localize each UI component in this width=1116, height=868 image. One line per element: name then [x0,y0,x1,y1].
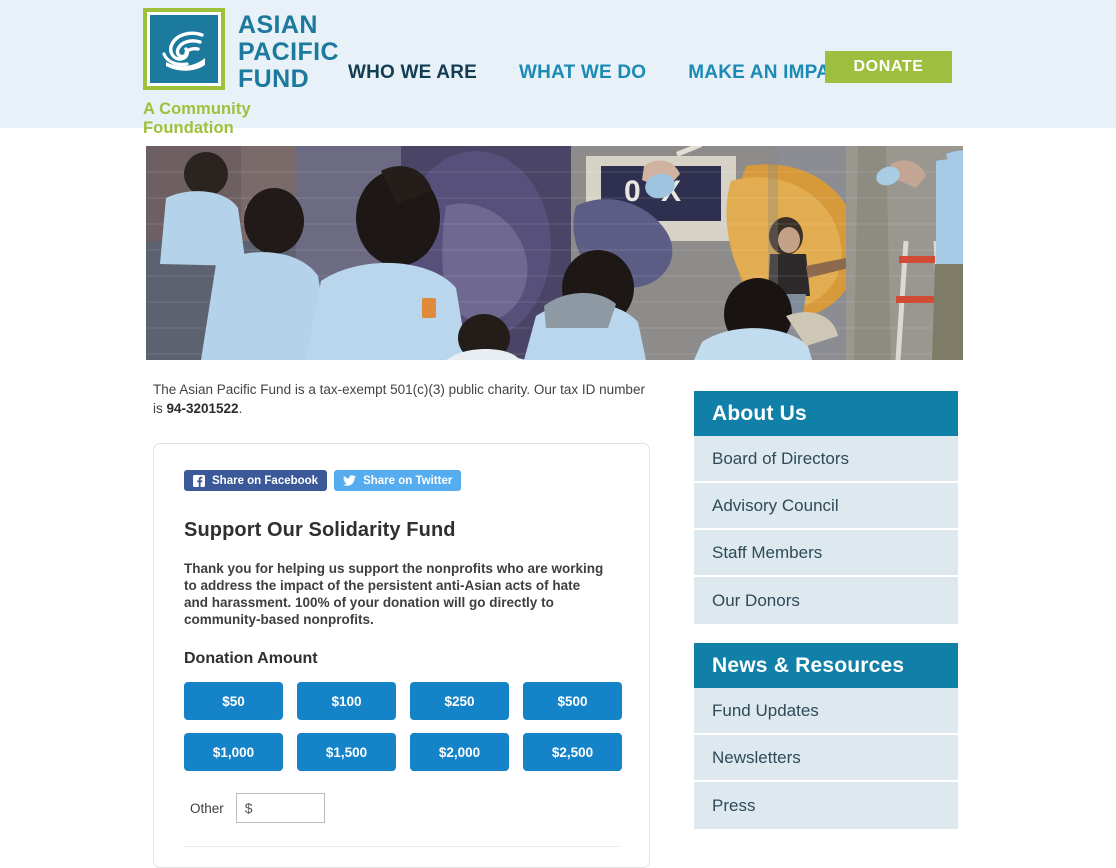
nav-item-what-we-do[interactable]: WHAT WE DO [519,62,646,84]
amount-button-250[interactable]: $250 [410,682,509,720]
twitter-icon [343,475,357,486]
amount-button-2500[interactable]: $2,500 [523,733,622,771]
donation-form-card: Share on Facebook Share on Twitter Suppo… [153,443,650,868]
social-share-row: Share on Facebook Share on Twitter [184,470,619,491]
share-on-facebook-button[interactable]: Share on Facebook [184,470,328,491]
tax-note-suffix: . [238,401,243,416]
share-on-twitter-button[interactable]: Share on Twitter [334,470,462,491]
logo-line-2: PACIFIC [238,38,339,66]
fund-title: Support Our Solidarity Fund [184,519,456,541]
donation-amount-label: Donation Amount [184,650,318,667]
facebook-icon [193,474,205,487]
share-on-facebook-label: Share on Facebook [212,474,319,487]
nav-item-who-we-are[interactable]: WHO WE ARE [348,62,477,84]
main-column: The Asian Pacific Fund is a tax-exempt 5… [153,380,650,868]
amount-button-2000[interactable]: $2,000 [410,733,509,771]
sidebar-item-newsletters[interactable]: Newsletters [694,735,958,782]
tax-id-number: 94-3201522 [166,401,239,416]
sidebar: About Us Board of Directors Advisory Cou… [694,391,958,848]
donation-amount-grid: $50 $100 $250 $500 $1,000 $1,500 $2,000 … [184,682,622,771]
sidebar-item-staff-members[interactable]: Staff Members [694,530,958,577]
widget-news-and-resources: News & Resources Fund Updates Newsletter… [694,643,958,829]
other-amount-row: Other [184,793,619,823]
card-divider [184,846,621,847]
amount-button-500[interactable]: $500 [523,682,622,720]
sidebar-item-press[interactable]: Press [694,782,958,829]
amount-button-50[interactable]: $50 [184,682,283,720]
amount-button-100[interactable]: $100 [297,682,396,720]
amount-button-1000[interactable]: $1,000 [184,733,283,771]
sidebar-item-fund-updates[interactable]: Fund Updates [694,688,958,735]
fund-description: Thank you for helping us support the non… [184,561,604,627]
amount-button-1500[interactable]: $1,500 [297,733,396,771]
site-header: ASIAN PACIFIC FUND A Community Foundatio… [0,0,1116,137]
logo-wordmark: ASIAN PACIFIC FUND [238,12,339,93]
hero-image: 0 X [146,146,963,360]
logo-tagline: A Community Foundation [143,100,251,137]
widget-title-news-and-resources: News & Resources [694,643,958,688]
main-navigation: WHO WE ARE WHAT WE DO MAKE AN IMPACT [348,62,856,84]
wave-logo-icon [143,8,225,90]
site-logo[interactable]: ASIAN PACIFIC FUND A Community Foundatio… [143,8,343,138]
widget-about-us: About Us Board of Directors Advisory Cou… [694,391,958,624]
sidebar-item-board-of-directors[interactable]: Board of Directors [694,436,958,483]
other-amount-input[interactable] [235,793,325,823]
share-on-twitter-label: Share on Twitter [363,474,453,487]
other-amount-label: Other [190,800,224,816]
logo-line-1: ASIAN [238,11,318,39]
sidebar-item-our-donors[interactable]: Our Donors [694,577,958,624]
sidebar-item-advisory-council[interactable]: Advisory Council [694,483,958,530]
tax-exempt-note: The Asian Pacific Fund is a tax-exempt 5… [153,380,653,418]
logo-line-3: FUND [238,65,310,93]
widget-title-about-us: About Us [694,391,958,436]
donate-button[interactable]: DONATE [825,51,952,83]
